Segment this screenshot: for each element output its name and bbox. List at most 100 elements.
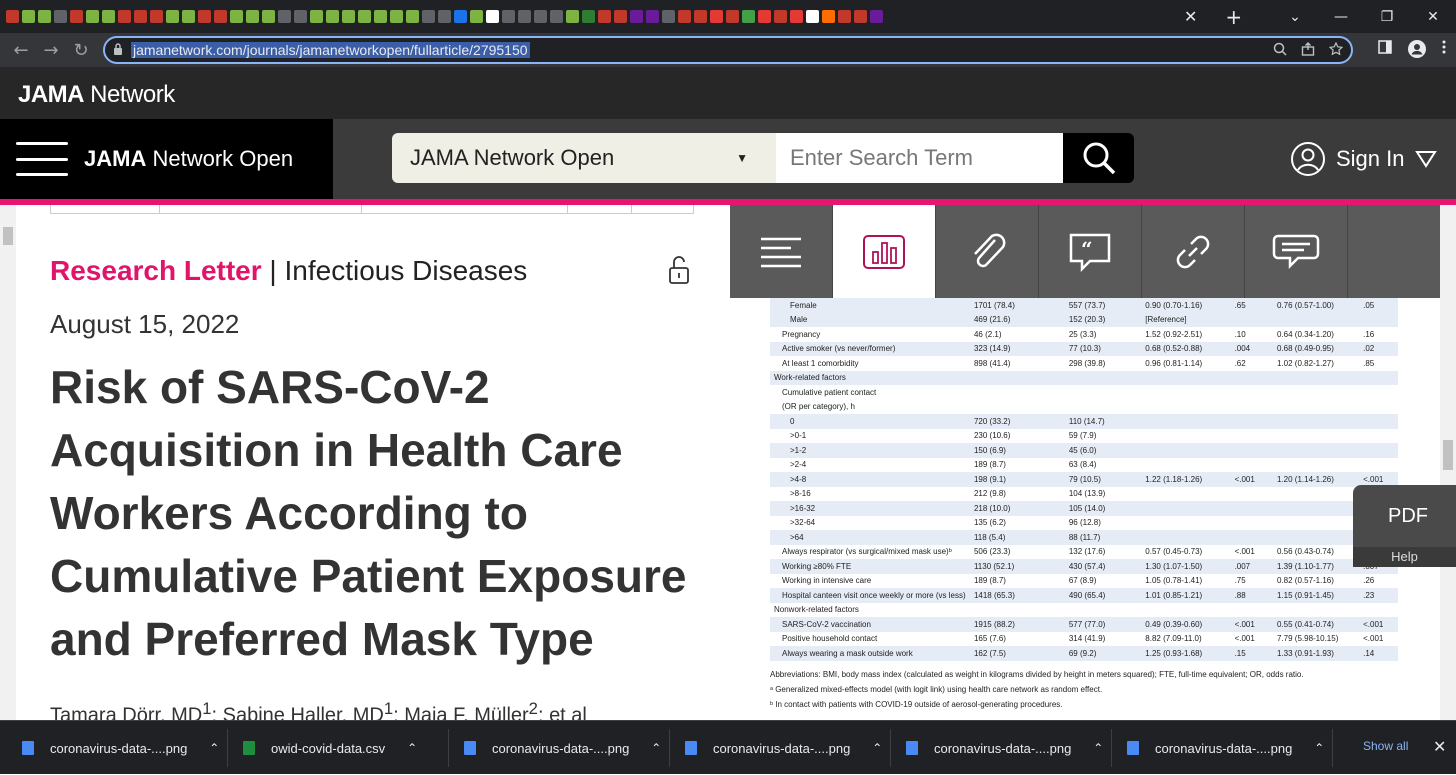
pinned-tab-favicon[interactable] <box>742 10 755 23</box>
pinned-tab-favicon[interactable] <box>598 10 611 23</box>
pinned-tab-favicon[interactable] <box>6 10 19 23</box>
url-text[interactable]: jamanetwork.com/journals/jamanetworkopen… <box>131 42 530 58</box>
journal-title[interactable]: JAMA Network Open <box>84 146 293 172</box>
download-item[interactable]: coronavirus-data-....png ⌃ <box>464 721 661 775</box>
pinned-tab-favicon[interactable] <box>326 10 339 23</box>
pinned-tab-favicon[interactable] <box>678 10 691 23</box>
download-item[interactable]: coronavirus-data-....png ⌃ <box>1127 721 1324 775</box>
pinned-tab-favicon[interactable] <box>70 10 83 23</box>
pinned-tab-favicon[interactable] <box>614 10 627 23</box>
new-tab-button[interactable]: + <box>1225 5 1242 29</box>
download-item[interactable]: owid-covid-data.csv ⌃ <box>243 721 417 775</box>
pinned-tab-favicon[interactable] <box>790 10 803 23</box>
download-item[interactable]: coronavirus-data-....png ⌃ <box>906 721 1103 775</box>
pinned-tab-favicon[interactable] <box>406 10 419 23</box>
minimize-button[interactable]: — <box>1318 9 1364 25</box>
tab-cite[interactable]: “ <box>1039 205 1142 298</box>
search-scope-select[interactable]: JAMA Network Open ▼ <box>392 133 776 183</box>
reload-icon[interactable]: ↻ <box>66 40 96 61</box>
download-filename[interactable]: coronavirus-data-....png <box>1155 741 1292 756</box>
restore-button[interactable]: ❐ <box>1364 9 1410 25</box>
close-window-button[interactable]: ✕ <box>1410 9 1456 25</box>
menu-kebab-icon[interactable] <box>1442 40 1446 62</box>
pinned-tab-favicon[interactable] <box>38 10 51 23</box>
hamburger-menu-icon[interactable] <box>16 142 68 176</box>
pinned-tab-favicon[interactable] <box>550 10 563 23</box>
download-filename[interactable]: owid-covid-data.csv <box>271 741 385 756</box>
pinned-tab-favicon[interactable] <box>214 10 227 23</box>
tab-figures-tables[interactable] <box>833 205 936 298</box>
pinned-tab-favicon[interactable] <box>726 10 739 23</box>
pdf-button[interactable]: PDF Help <box>1353 485 1456 567</box>
pinned-tab-favicon[interactable] <box>22 10 35 23</box>
pinned-tab-favicon[interactable] <box>646 10 659 23</box>
chevron-up-icon[interactable]: ⌃ <box>1314 741 1324 755</box>
pinned-tab-favicon[interactable] <box>486 10 499 23</box>
search-button[interactable] <box>1063 133 1134 183</box>
bookmark-star-icon[interactable] <box>1328 41 1344 60</box>
pinned-tab-favicon[interactable] <box>806 10 819 23</box>
pinned-tab-favicon[interactable] <box>294 10 307 23</box>
pinned-tab-favicon[interactable] <box>710 10 723 23</box>
pinned-tab-favicon[interactable] <box>230 10 243 23</box>
chevron-up-icon[interactable]: ⌃ <box>1093 741 1103 755</box>
forward-icon[interactable]: → <box>36 40 66 61</box>
pinned-tab-favicon[interactable] <box>694 10 707 23</box>
pinned-tab-favicon[interactable] <box>630 10 643 23</box>
pinned-tab-favicon[interactable] <box>310 10 323 23</box>
jama-network-logo[interactable]: JAMA Network <box>18 81 175 109</box>
pinned-tab-favicon[interactable] <box>102 10 115 23</box>
download-filename[interactable]: coronavirus-data-....png <box>50 741 187 756</box>
chevron-up-icon[interactable]: ⌃ <box>209 741 219 755</box>
profile-avatar-icon[interactable] <box>1408 40 1426 62</box>
close-downloads-icon[interactable]: ✕ <box>1433 737 1446 756</box>
pinned-tab-favicon[interactable] <box>118 10 131 23</box>
pinned-tab-favicon[interactable] <box>582 10 595 23</box>
tab-links[interactable] <box>1142 205 1245 298</box>
pinned-tab-favicon[interactable] <box>518 10 531 23</box>
pdf-label[interactable]: PDF <box>1388 505 1428 528</box>
show-all-button[interactable]: Show all <box>1363 739 1408 753</box>
pinned-tab-favicon[interactable] <box>374 10 387 23</box>
pinned-tab-favicon[interactable] <box>438 10 451 23</box>
chevron-up-icon[interactable]: ⌃ <box>407 741 417 755</box>
tab-supplements[interactable] <box>936 205 1039 298</box>
chevron-up-icon[interactable]: ⌃ <box>872 741 882 755</box>
side-panel-icon[interactable] <box>1378 40 1392 62</box>
pinned-tab-favicon[interactable] <box>502 10 515 23</box>
pinned-tab-favicon[interactable] <box>854 10 867 23</box>
tab-contents[interactable] <box>730 205 833 298</box>
et-al-link[interactable]: et al <box>549 705 587 720</box>
download-item[interactable]: coronavirus-data-....png ⌃ <box>685 721 882 775</box>
pinned-tab-favicon[interactable] <box>262 10 275 23</box>
pinned-tab-favicon[interactable] <box>358 10 371 23</box>
pinned-tab-favicon[interactable] <box>838 10 851 23</box>
tab-search-icon[interactable]: ⌄ <box>1272 9 1318 25</box>
pinned-tab-favicon[interactable] <box>246 10 259 23</box>
pinned-tab-favicon[interactable] <box>278 10 291 23</box>
pinned-tab-favicon[interactable] <box>822 10 835 23</box>
pinned-tab-favicon[interactable] <box>758 10 771 23</box>
address-bar[interactable]: jamanetwork.com/journals/jamanetworkopen… <box>103 36 1353 64</box>
download-filename[interactable]: coronavirus-data-....png <box>934 741 1071 756</box>
close-tab-button[interactable]: ✕ <box>1184 7 1197 26</box>
pinned-tab-favicon[interactable] <box>182 10 195 23</box>
pinned-tab-favicon[interactable] <box>422 10 435 23</box>
pinned-tab-favicon[interactable] <box>150 10 163 23</box>
left-scrollbar[interactable] <box>0 205 16 720</box>
back-icon[interactable]: ← <box>6 40 36 61</box>
download-item[interactable]: coronavirus-data-....png ⌃ <box>22 721 219 775</box>
pinned-tab-favicon[interactable] <box>662 10 675 23</box>
pinned-tab-favicon[interactable] <box>566 10 579 23</box>
download-filename[interactable]: coronavirus-data-....png <box>713 741 850 756</box>
pinned-tab-favicon[interactable] <box>198 10 211 23</box>
pinned-tab-favicon[interactable] <box>390 10 403 23</box>
help-button[interactable]: Help <box>1353 547 1456 567</box>
pinned-tab-favicon[interactable] <box>54 10 67 23</box>
right-scrollbar[interactable] <box>1440 205 1456 720</box>
share-icon[interactable] <box>1301 42 1315 60</box>
pinned-tab-favicon[interactable] <box>342 10 355 23</box>
tab-comments[interactable] <box>1245 205 1348 298</box>
chevron-up-icon[interactable]: ⌃ <box>651 741 661 755</box>
search-input[interactable] <box>776 133 1063 183</box>
